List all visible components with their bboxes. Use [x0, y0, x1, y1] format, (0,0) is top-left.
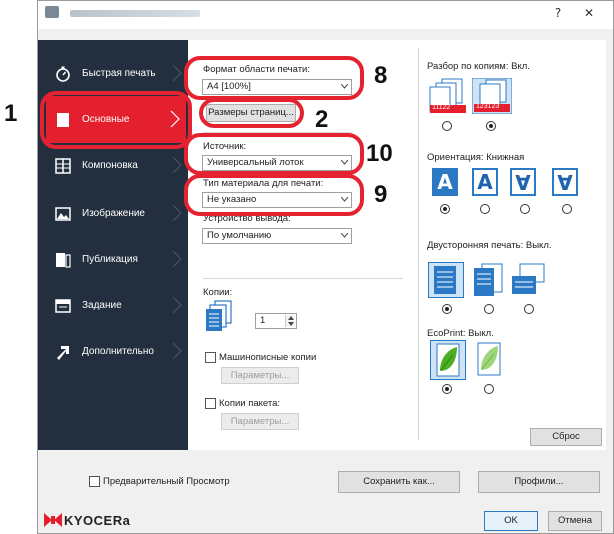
- close-button[interactable]: ✕: [578, 3, 600, 23]
- callout-number-2: 2: [315, 106, 329, 133]
- sidebar-item-label: Публикация: [82, 254, 138, 265]
- orientation-portrait-rotated-radio[interactable]: [520, 204, 530, 214]
- chevron-right-icon: [172, 296, 182, 314]
- chevron-right-icon: [172, 204, 182, 222]
- duplex-off-icon[interactable]: [428, 262, 464, 298]
- typewritten-copies-checkbox[interactable]: [205, 352, 216, 363]
- column-divider: [418, 48, 419, 440]
- callout-number-10: 10: [366, 140, 393, 167]
- kyocera-logo-icon: [44, 513, 62, 527]
- uncollated-icon[interactable]: 11122: [428, 78, 468, 114]
- chevron-right-icon: [172, 250, 182, 268]
- orientation-landscape-rotated-option[interactable]: A: [552, 168, 578, 196]
- copies-value: 1: [260, 315, 266, 326]
- callout-number-9: 9: [374, 181, 388, 208]
- uncollated-radio[interactable]: [442, 121, 452, 131]
- sidebar-item-label: Изображение: [82, 208, 145, 219]
- collate-label: Разбор по копиям: Вкл.: [427, 61, 530, 72]
- chevron-right-icon: [172, 156, 182, 174]
- ecoprint-label: EcoPrint: Выкл.: [427, 328, 494, 339]
- sidebar-item-label: Быстрая печать: [82, 68, 156, 79]
- sidebar-item-quick-print[interactable]: Быстрая печать: [38, 50, 188, 97]
- duplex-long-edge-radio[interactable]: [484, 304, 494, 314]
- stopwatch-icon: [54, 66, 72, 82]
- help-button[interactable]: ?: [547, 3, 569, 23]
- callout-number-8: 8: [374, 62, 388, 89]
- orientation-portrait-rotated-option[interactable]: A: [510, 168, 536, 196]
- orientation-portrait-radio[interactable]: [440, 204, 450, 214]
- orientation-landscape-radio[interactable]: [480, 204, 490, 214]
- ecoprint-on-icon[interactable]: [472, 340, 508, 380]
- ok-button[interactable]: OK: [484, 511, 538, 531]
- duplex-short-edge-icon[interactable]: [510, 262, 546, 298]
- uncollated-icon-text: 11122: [432, 104, 451, 111]
- sidebar-item-layout[interactable]: Компоновка: [38, 142, 188, 189]
- ecoprint-on-radio[interactable]: [484, 384, 494, 394]
- callout-frame-8: [184, 56, 364, 100]
- section-divider: [203, 278, 403, 279]
- output-select[interactable]: По умолчанию: [202, 228, 352, 244]
- printer-app-icon: [45, 6, 59, 18]
- collated-icon[interactable]: 123123: [471, 77, 513, 115]
- chevron-right-icon: [172, 342, 182, 360]
- copies-label: Копии:: [203, 287, 233, 298]
- job-tray-icon: [54, 298, 72, 314]
- ecoprint-off-radio[interactable]: [442, 384, 452, 394]
- arrow-up-right-icon: [54, 344, 72, 360]
- sidebar-item-image[interactable]: Изображение: [38, 190, 188, 237]
- callout-frame-2: [199, 98, 304, 128]
- collated-radio[interactable]: [486, 121, 496, 131]
- typewritten-copies-label: Машинописные копии: [219, 352, 317, 363]
- preview-label: Предварительный Просмотр: [103, 476, 230, 487]
- duplex-long-edge-icon[interactable]: [470, 262, 506, 298]
- job-copies-checkbox[interactable]: [205, 398, 216, 409]
- reset-button[interactable]: Сброс: [530, 428, 602, 446]
- callout-frame-9: [184, 174, 364, 216]
- preview-checkbox[interactable]: [89, 476, 100, 487]
- collated-icon-text: 123123: [476, 103, 500, 110]
- output-value: По умолчанию: [207, 230, 272, 241]
- duplex-off-radio[interactable]: [442, 304, 452, 314]
- copies-stepper[interactable]: 1: [255, 313, 297, 329]
- publishing-icon: [54, 252, 72, 268]
- cancel-button[interactable]: Отмена: [548, 511, 602, 531]
- orientation-landscape-option[interactable]: A: [472, 168, 498, 196]
- sidebar-item-label: Компоновка: [82, 160, 138, 171]
- chevron-right-icon: [172, 64, 182, 82]
- orientation-landscape-rotated-radio[interactable]: [562, 204, 572, 214]
- image-icon: [54, 206, 72, 222]
- duplex-label: Двусторонняя печать: Выкл.: [427, 240, 552, 251]
- stepper-arrows-icon[interactable]: [285, 315, 295, 327]
- save-as-button[interactable]: Сохранить как...: [338, 471, 460, 493]
- job-copies-label: Копии пакета:: [219, 398, 281, 409]
- sidebar-item-advanced[interactable]: Дополнительно: [38, 328, 188, 375]
- sidebar-item-label: Дополнительно: [82, 346, 154, 357]
- kyocera-brand-text: KYOCERa: [64, 513, 131, 528]
- profiles-button[interactable]: Профили...: [478, 471, 600, 493]
- sidebar-item-publishing[interactable]: Публикация: [38, 236, 188, 283]
- orientation-label: Ориентация: Книжная: [427, 152, 525, 163]
- copies-icon: [205, 300, 233, 334]
- duplex-short-edge-radio[interactable]: [524, 304, 534, 314]
- orientation-portrait-option[interactable]: A: [432, 168, 458, 196]
- window-title-blurred: [70, 10, 200, 17]
- callout-frame-1: [40, 91, 192, 149]
- callout-frame-10: [184, 133, 364, 175]
- job-params-button[interactable]: Параметры...: [221, 413, 299, 430]
- sidebar-item-job[interactable]: Задание: [38, 282, 188, 329]
- ecoprint-off-icon[interactable]: [430, 340, 466, 380]
- sidebar-item-label: Задание: [82, 300, 122, 311]
- layout-icon: [54, 157, 72, 174]
- callout-number-1: 1: [4, 100, 18, 127]
- typewritten-params-button[interactable]: Параметры...: [221, 367, 299, 384]
- chevron-down-icon: [341, 233, 348, 238]
